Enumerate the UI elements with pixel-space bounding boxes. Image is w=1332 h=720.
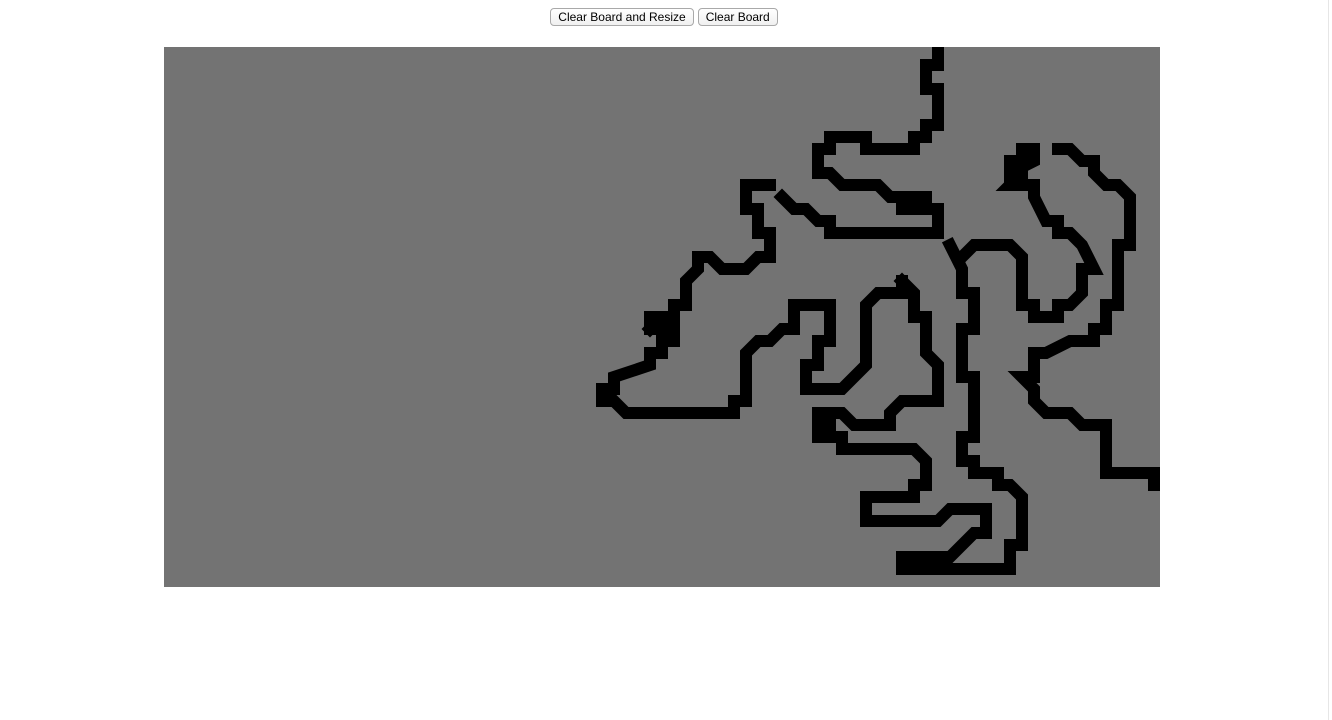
page-edge-divider bbox=[1328, 0, 1329, 720]
live-cell-path bbox=[608, 323, 680, 395]
live-cell-path bbox=[860, 47, 944, 155]
live-cell-block bbox=[644, 311, 680, 335]
live-cell-block bbox=[1004, 155, 1028, 179]
clear-board-and-resize-button[interactable]: Clear Board and Resize bbox=[550, 8, 694, 26]
clear-board-button[interactable]: Clear Board bbox=[697, 8, 778, 26]
toolbar: Clear Board and Resize Clear Board bbox=[0, 8, 1328, 26]
live-cell-path bbox=[641, 179, 776, 338]
live-cell-path bbox=[860, 491, 992, 563]
board-canvas[interactable] bbox=[164, 47, 1160, 587]
game-board[interactable] bbox=[164, 47, 1160, 587]
live-cell-block bbox=[812, 407, 836, 443]
